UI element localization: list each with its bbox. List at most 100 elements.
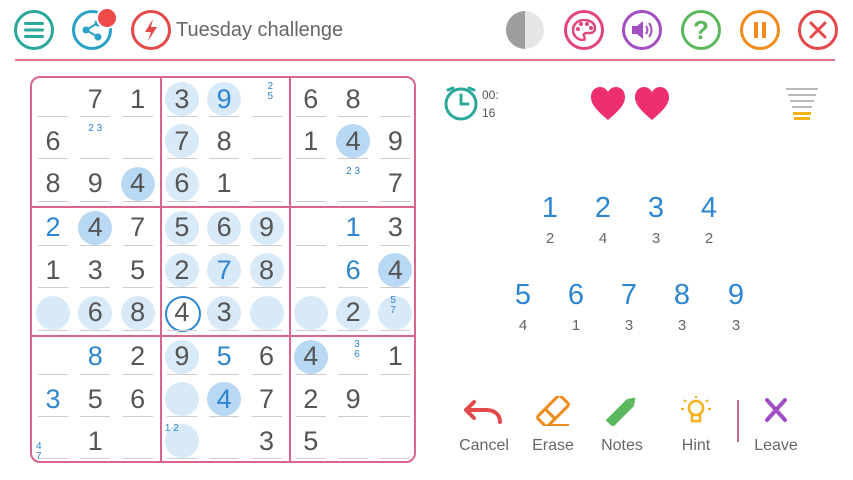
board-cell[interactable]: 2 [117, 336, 159, 378]
sound-icon[interactable] [622, 10, 662, 50]
board-cell[interactable]: 9 [374, 120, 416, 162]
board-cell[interactable] [117, 120, 159, 162]
board-cell[interactable]: 9 [203, 78, 245, 120]
board-cell[interactable] [332, 420, 374, 462]
board-cell[interactable]: 1 2 [161, 420, 203, 462]
board-cell[interactable] [161, 378, 203, 420]
board-cell[interactable] [117, 420, 159, 462]
number-button[interactable]: 24 [583, 192, 623, 247]
board-cell[interactable]: 1 [117, 78, 159, 120]
contrast-icon[interactable] [505, 10, 545, 50]
board-cell[interactable]: 6 [161, 163, 203, 205]
number-button[interactable]: 42 [689, 192, 729, 247]
board-cell[interactable]: 3 [74, 249, 116, 291]
board-cell[interactable] [290, 249, 332, 291]
board-cell[interactable]: 4 7 [32, 420, 74, 462]
board-cell[interactable]: 6 [203, 207, 245, 249]
board-cell[interactable] [32, 292, 74, 334]
board-cell[interactable]: 7 [161, 120, 203, 162]
number-button[interactable]: 33 [636, 192, 676, 247]
board-cell[interactable] [374, 78, 416, 120]
board-cell[interactable] [246, 292, 288, 334]
board-cell[interactable]: 2 [290, 378, 332, 420]
board-cell[interactable]: 3 [246, 420, 288, 462]
leave-button[interactable]: Leave [744, 396, 808, 455]
board-cell[interactable]: 2 3 [332, 163, 374, 205]
board-cell[interactable]: 2 5 [246, 78, 288, 120]
number-button[interactable]: 73 [609, 279, 649, 334]
menu-icon[interactable] [14, 10, 54, 50]
erase-button[interactable]: Erase [521, 394, 585, 455]
number-button[interactable]: 83 [662, 279, 702, 334]
board-cell[interactable]: 8 [332, 78, 374, 120]
board-cell[interactable]: 1 [203, 163, 245, 205]
board-cell[interactable] [203, 420, 245, 462]
board-cell[interactable]: 4 [203, 378, 245, 420]
board-cell[interactable] [32, 336, 74, 378]
board-cell[interactable]: 3 [203, 292, 245, 334]
difficulty-icon[interactable] [786, 88, 818, 125]
board-cell[interactable]: 9 [74, 163, 116, 205]
board-cell[interactable]: 5 [117, 249, 159, 291]
board-cell[interactable]: 1 [32, 249, 74, 291]
board-cell[interactable]: 4 [117, 163, 159, 205]
board-cell[interactable] [246, 163, 288, 205]
board-cell[interactable] [290, 207, 332, 249]
board-cell[interactable]: 2 [161, 249, 203, 291]
board-cell[interactable]: 2 [32, 207, 74, 249]
board-cell[interactable]: 5 [74, 378, 116, 420]
board-cell[interactable]: 1 [332, 207, 374, 249]
board-cell[interactable]: 5 [203, 336, 245, 378]
board-cell[interactable]: 6 [246, 336, 288, 378]
board-cell[interactable]: 3 [32, 378, 74, 420]
board-cell[interactable]: 8 [117, 292, 159, 334]
board-cell[interactable]: 7 [74, 78, 116, 120]
board-cell[interactable]: 4 [374, 249, 416, 291]
board-cell[interactable] [374, 420, 416, 462]
board-cell[interactable]: 9 [332, 378, 374, 420]
board-cell[interactable]: 9 [246, 207, 288, 249]
number-button[interactable]: 12 [530, 192, 570, 247]
hint-button[interactable]: Hint [664, 396, 728, 455]
notes-button[interactable]: Notes [590, 396, 654, 455]
board-cell[interactable] [374, 378, 416, 420]
board-cell[interactable]: 6 [117, 378, 159, 420]
board-cell[interactable]: 5 7 [374, 292, 416, 334]
board-cell[interactable]: 6 [74, 292, 116, 334]
cancel-button[interactable]: Cancel [452, 396, 516, 455]
number-button[interactable]: 93 [716, 279, 756, 334]
board-cell[interactable]: 1 [290, 120, 332, 162]
board-cell[interactable] [32, 78, 74, 120]
board-cell[interactable]: 6 [290, 78, 332, 120]
board-cell[interactable]: 1 [74, 420, 116, 462]
board-cell[interactable]: 3 [374, 207, 416, 249]
board-cell[interactable]: 4 [74, 207, 116, 249]
board-cell[interactable] [246, 120, 288, 162]
board-cell[interactable]: 5 [290, 420, 332, 462]
board-cell[interactable] [290, 292, 332, 334]
board-cell[interactable]: 2 [332, 292, 374, 334]
board-cell[interactable]: 7 [117, 207, 159, 249]
help-icon[interactable]: ? [681, 10, 721, 50]
board-cell[interactable]: 7 [374, 163, 416, 205]
number-button[interactable]: 54 [503, 279, 543, 334]
lightning-icon[interactable] [131, 10, 171, 50]
board-cell[interactable]: 2 3 [74, 120, 116, 162]
board-cell[interactable]: 8 [203, 120, 245, 162]
board-cell[interactable]: 1 [374, 336, 416, 378]
board-cell[interactable]: 6 [332, 249, 374, 291]
board-cell[interactable]: 3 [161, 78, 203, 120]
board-cell[interactable]: 4 [332, 120, 374, 162]
board-cell[interactable]: 3 6 [332, 336, 374, 378]
board-cell[interactable]: 8 [74, 336, 116, 378]
board-cell[interactable]: 9 [161, 336, 203, 378]
close-icon[interactable] [798, 10, 838, 50]
board-cell[interactable]: 8 [246, 249, 288, 291]
board-cell[interactable]: 7 [203, 249, 245, 291]
palette-icon[interactable] [564, 10, 604, 50]
board-cell[interactable]: 6 [32, 120, 74, 162]
board-cell[interactable]: 7 [246, 378, 288, 420]
board-cell[interactable]: 4 [290, 336, 332, 378]
pause-icon[interactable] [740, 10, 780, 50]
board-cell[interactable] [290, 163, 332, 205]
